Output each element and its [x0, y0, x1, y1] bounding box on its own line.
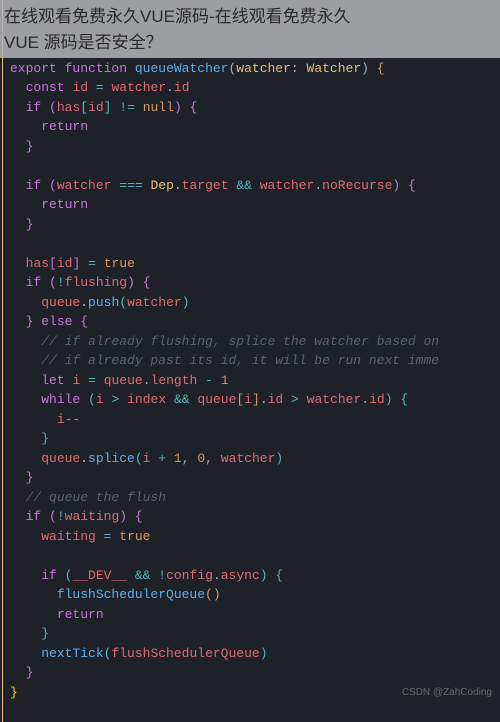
code-line[interactable] — [10, 234, 500, 254]
code-line[interactable]: // if already flushing, splice the watch… — [10, 332, 500, 352]
code-line[interactable]: let i = queue.length - 1 — [10, 371, 500, 391]
code-line[interactable]: } — [10, 215, 500, 235]
code-line[interactable]: has[id] = true — [10, 254, 500, 274]
code-line[interactable]: // if already past its id, it will be ru… — [10, 351, 500, 371]
gutter-indicator — [2, 0, 3, 722]
code-line[interactable]: } — [10, 624, 500, 644]
code-line[interactable]: if (__DEV__ && !config.async) { — [10, 566, 500, 586]
code-line[interactable]: queue.splice(i + 1, 0, watcher) — [10, 449, 500, 469]
code-line[interactable]: export function queueWatcher(watcher: Wa… — [10, 59, 500, 79]
watermark: CSDN @ZahCoding — [402, 685, 492, 700]
code-line[interactable]: if (!flushing) { — [10, 273, 500, 293]
code-line[interactable]: i-- — [10, 410, 500, 430]
code-line[interactable]: } — [10, 429, 500, 449]
code-line[interactable]: // queue the flush — [10, 488, 500, 508]
code-line[interactable]: nextTick(flushSchedulerQueue) — [10, 644, 500, 664]
code-line[interactable] — [10, 156, 500, 176]
code-line[interactable]: const id = watcher.id — [10, 78, 500, 98]
code-editor[interactable]: export function queueWatcher(watcher: Wa… — [0, 0, 500, 722]
title-overlay: 在线观看免费永久VUE源码-在线观看免费永久 VUE 源码是否安全？ — [0, 0, 500, 58]
code-line[interactable]: if (!waiting) { — [10, 507, 500, 527]
code-line[interactable]: return — [10, 195, 500, 215]
code-line[interactable]: return — [10, 605, 500, 625]
code-line[interactable]: queue.push(watcher) — [10, 293, 500, 313]
code-line[interactable]: if (has[id] != null) { — [10, 98, 500, 118]
code-line[interactable]: } — [10, 137, 500, 157]
code-line[interactable] — [10, 546, 500, 566]
code-line[interactable]: } — [10, 663, 500, 683]
code-line[interactable]: waiting = true — [10, 527, 500, 547]
code-line[interactable]: while (i > index && queue[i].id > watche… — [10, 390, 500, 410]
code-line[interactable]: } — [10, 468, 500, 488]
code-line[interactable]: } else { — [10, 312, 500, 332]
code-line[interactable]: if (watcher === Dep.target && watcher.no… — [10, 176, 500, 196]
overlay-line2: VUE 源码是否安全？ — [4, 30, 496, 56]
code-line[interactable]: return — [10, 117, 500, 137]
code-line[interactable]: flushSchedulerQueue() — [10, 585, 500, 605]
overlay-line1: 在线观看免费永久VUE源码-在线观看免费永久 — [4, 4, 496, 30]
